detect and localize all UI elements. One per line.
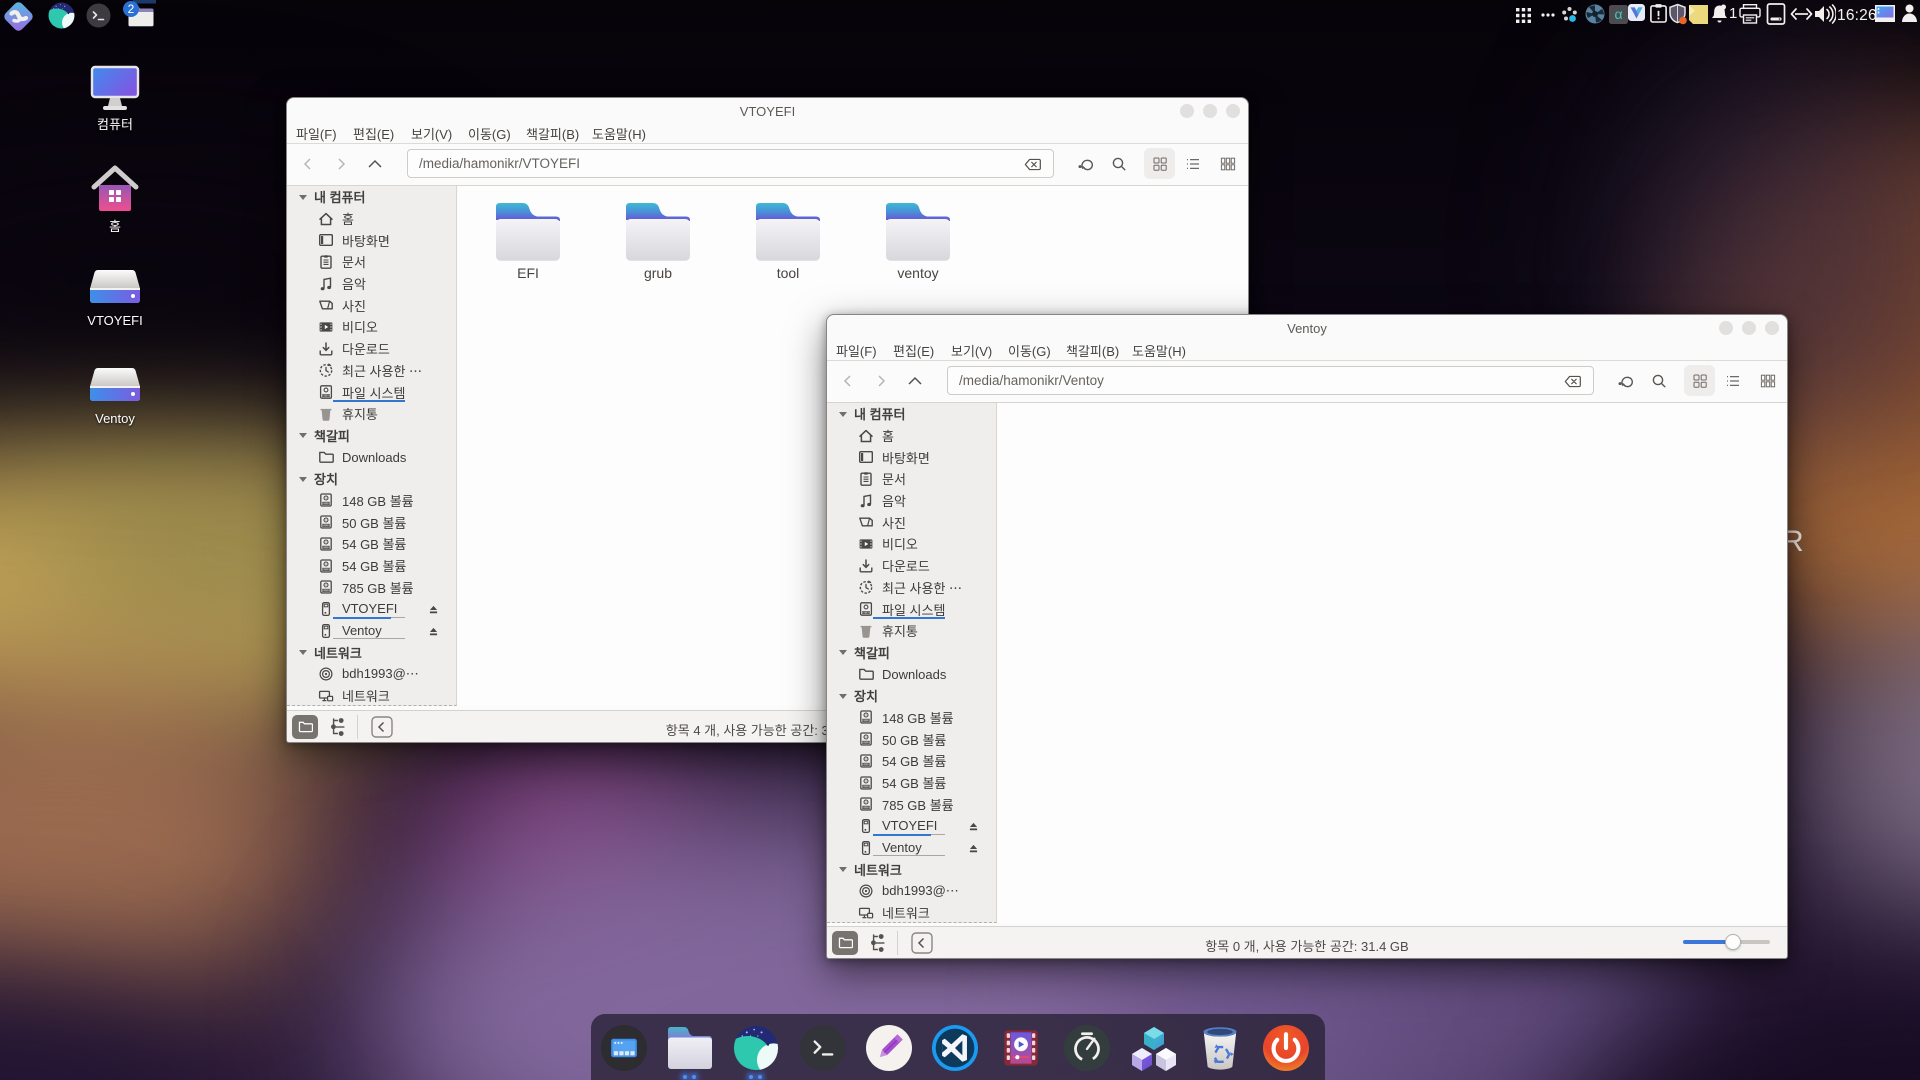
- svg-text:α: α: [1614, 6, 1622, 22]
- svg-text:2: 2: [128, 2, 135, 16]
